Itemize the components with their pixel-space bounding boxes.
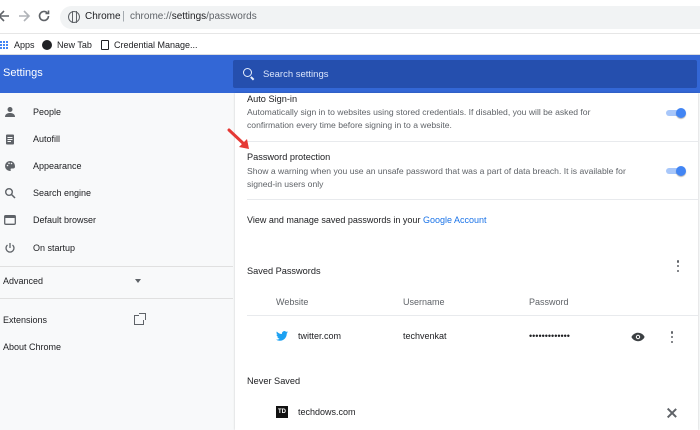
new-tab-icon [42, 40, 52, 50]
saved-username: techvenkat [403, 331, 447, 341]
forward-arrow-icon[interactable] [16, 8, 32, 24]
power-icon [4, 242, 16, 254]
auto-signin-description: Automatically sign in to websites using … [247, 107, 591, 130]
saved-password: ••••••••••••• [529, 331, 570, 341]
sidebar-item-autofill[interactable]: Autofill [0, 128, 233, 150]
main-content: Auto Sign-in Automatically sign in to we… [233, 93, 700, 430]
address-bar[interactable]: Chrome | chrome://settings/passwords [60, 6, 700, 29]
sidebar-item-extensions[interactable]: Extensions [0, 309, 233, 331]
settings-header: Settings [0, 55, 700, 93]
password-row-menu-icon[interactable] [670, 331, 674, 343]
bookmark-new-tab[interactable]: New Tab [42, 38, 92, 52]
apps-grid-icon [0, 40, 9, 50]
row-divider [247, 199, 698, 200]
search-icon [243, 68, 252, 77]
saved-website: twitter.com [298, 331, 342, 341]
omnibox-label: Chrome [85, 11, 121, 22]
palette-icon [4, 160, 16, 172]
search-box[interactable] [233, 60, 697, 88]
search-icon [4, 187, 16, 199]
sidebar-item-label: Default browser [33, 215, 97, 225]
never-saved-website: techdows.com [298, 407, 356, 417]
sidebar-item-search-engine[interactable]: Search engine [0, 182, 233, 204]
column-header-username: Username [403, 297, 445, 307]
url-scheme: chrome:// [130, 11, 172, 22]
sidebar: People Autofill Appearance Search engine… [0, 93, 233, 430]
sidebar-item-default-browser[interactable]: Default browser [0, 209, 233, 231]
sidebar-item-label: Appearance [33, 161, 82, 171]
bookmark-label: New Tab [57, 40, 92, 50]
bookmark-label: Credential Manage... [114, 40, 198, 50]
row-divider [247, 315, 698, 316]
sidebar-divider [0, 298, 233, 299]
google-account-link[interactable]: Google Account [423, 215, 487, 225]
manage-text: View and manage saved passwords in your [247, 215, 421, 225]
url-text: chrome://settings/passwords [130, 11, 257, 22]
url-path: /passwords [206, 11, 257, 22]
annotation-arrow-icon [227, 128, 249, 149]
never-saved-heading: Never Saved [247, 376, 301, 386]
column-header-website: Website [276, 297, 309, 307]
url-host: settings [171, 11, 207, 22]
sidebar-item-about-chrome[interactable]: About Chrome [0, 336, 233, 358]
sidebar-item-label: Extensions [3, 315, 48, 325]
clipboard-icon [4, 133, 16, 145]
auto-signin-toggle[interactable] [664, 108, 686, 118]
sidebar-item-label: Advanced [3, 276, 44, 286]
passwords-card: Auto Sign-in Automatically sign in to we… [235, 93, 698, 430]
omnibox-separator: | [122, 10, 125, 22]
password-protection-toggle[interactable] [664, 166, 686, 176]
auto-signin-title: Auto Sign-in [247, 94, 298, 104]
sidebar-item-label: People [33, 107, 62, 117]
document-icon [101, 40, 109, 50]
sidebar-item-label: About Chrome [3, 342, 62, 352]
person-icon [4, 106, 16, 118]
site-info-icon[interactable] [68, 11, 80, 23]
row-divider [247, 141, 698, 142]
bookmark-credential-manager[interactable]: Credential Manage... [101, 38, 198, 52]
sidebar-item-label: Autofill [33, 134, 61, 144]
back-arrow-icon[interactable] [0, 8, 12, 24]
sidebar-item-on-startup[interactable]: On startup [0, 237, 233, 259]
sidebar-item-appearance[interactable]: Appearance [0, 155, 233, 177]
browser-toolbar: Chrome | chrome://settings/passwords [0, 0, 700, 34]
password-protection-title: Password protection [247, 152, 331, 162]
saved-passwords-menu-icon[interactable] [676, 260, 680, 272]
search-input[interactable] [263, 67, 683, 81]
bookmark-apps[interactable]: Apps [0, 38, 35, 52]
sidebar-divider [0, 266, 233, 267]
column-header-password: Password [529, 297, 569, 307]
saved-passwords-heading: Saved Passwords [247, 266, 321, 276]
bookmark-label: Apps [14, 40, 35, 50]
close-icon[interactable] [667, 408, 677, 418]
sidebar-item-label: Search engine [33, 188, 92, 198]
sidebar-item-label: On startup [33, 243, 76, 253]
twitter-icon [276, 331, 288, 341]
toggle-knob [676, 166, 686, 176]
browser-window-icon [4, 214, 16, 226]
bookmarks-bar: Apps New Tab Credential Manage... [0, 34, 700, 55]
eye-icon[interactable] [631, 332, 645, 342]
manage-passwords-text: View and manage saved passwords in your … [247, 215, 487, 225]
open-in-new-icon [134, 313, 146, 325]
sidebar-item-people[interactable]: People [0, 101, 233, 123]
reload-icon[interactable] [36, 8, 52, 24]
page-title: Settings [3, 67, 43, 79]
chevron-down-icon [135, 279, 141, 283]
techdows-favicon-icon: TD [276, 406, 288, 418]
sidebar-item-advanced[interactable]: Advanced [0, 270, 233, 292]
toggle-knob [676, 108, 686, 118]
password-protection-description: Show a warning when you use an unsafe pa… [247, 166, 626, 189]
